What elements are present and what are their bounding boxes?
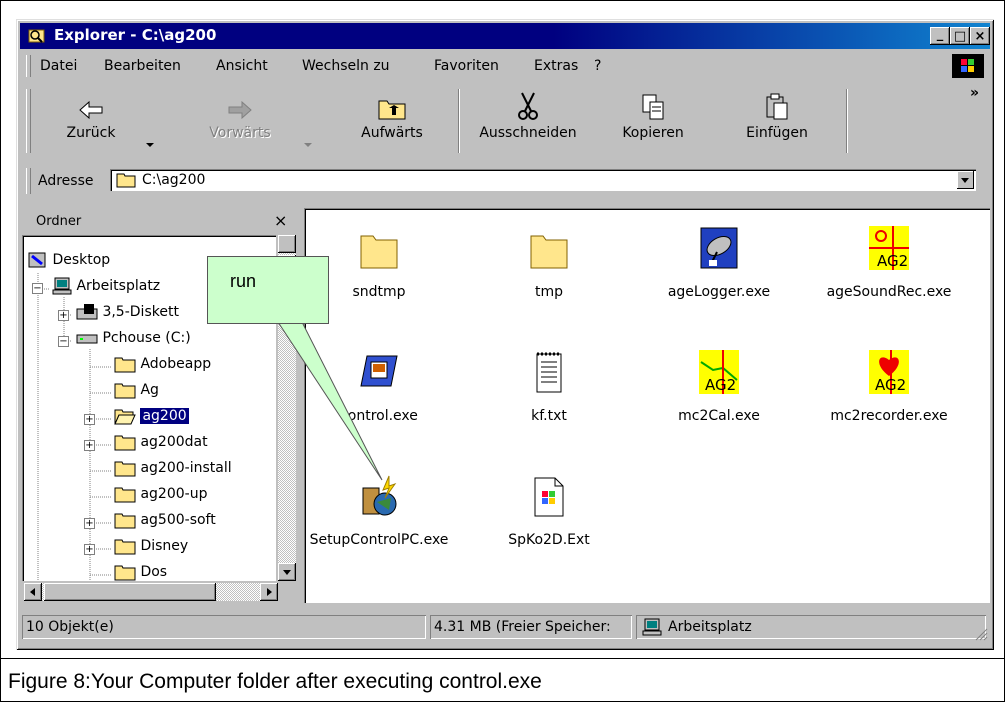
callout-text: run bbox=[230, 271, 257, 291]
callout-pointer bbox=[277, 321, 383, 481]
figure-caption: Figure 8:Your Computer folder after exec… bbox=[8, 670, 542, 693]
run-callout: run bbox=[207, 256, 329, 324]
